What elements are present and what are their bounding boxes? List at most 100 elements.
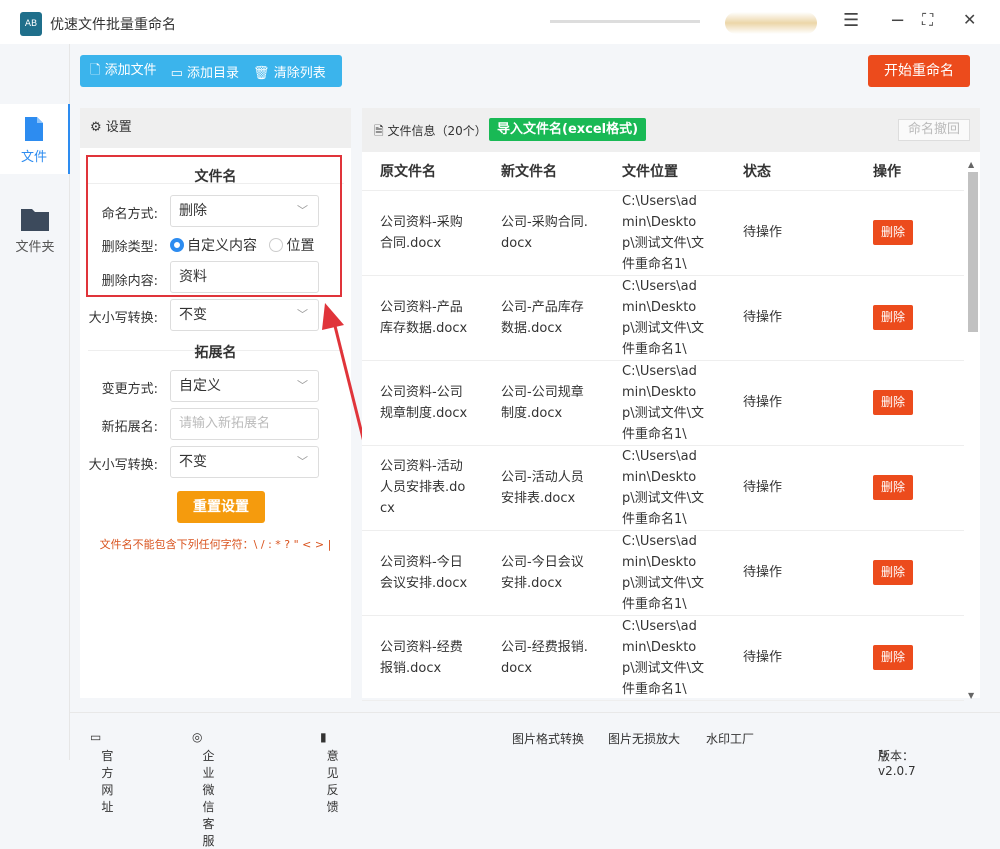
scrollbar[interactable]: ▲ ▼: [967, 160, 978, 700]
table-row[interactable]: 公司资料-产品库存数据.docx 公司-产品库存数据.docx C:\Users…: [362, 275, 964, 361]
settings-title: 设置: [105, 120, 132, 135]
settings-header: ⚙ 设置: [80, 108, 351, 148]
import-excel-button[interactable]: 导入文件名(excel格式): [489, 118, 647, 141]
file-count: 文件信息（20个）: [387, 124, 487, 138]
folder-icon: [21, 209, 49, 231]
maximize-icon[interactable]: ⛶: [922, 10, 933, 30]
original-name: 公司资料-今日会议安排.docx: [380, 554, 468, 591]
status: 待操作: [725, 360, 855, 446]
sidebar-item-label: 文件夹: [15, 240, 55, 255]
file-icon: [25, 117, 43, 141]
table-row[interactable]: 公司资料-今日会议安排.docx 公司-今日会议安排.docx C:\Users…: [362, 530, 964, 616]
file-location: C:\Users\admin\Desktop\测试文件\文件重命名1\: [622, 278, 705, 357]
new-extension-input[interactable]: 请输入新拓展名: [170, 408, 319, 440]
add-file-button[interactable]: 🗋 添加文件: [90, 59, 157, 83]
case-select[interactable]: 不变 ﹀: [170, 299, 319, 331]
new-name: 公司-公司规章制度.docx: [501, 384, 584, 421]
undo-rename-button[interactable]: 命名撤回: [898, 119, 970, 141]
ext-case-select[interactable]: 不变 ﹀: [170, 446, 319, 478]
status: 待操作: [725, 615, 855, 701]
delete-row-button[interactable]: 删除: [873, 475, 914, 500]
new-name: 公司-今日会议安排.docx: [501, 554, 584, 591]
minimize-icon[interactable]: −: [890, 10, 905, 31]
new-name: 公司-采购合同.docx: [501, 214, 588, 251]
file-list-header: 🗎 文件信息（20个） 导入文件名(excel格式) 命名撤回: [362, 108, 980, 152]
footer: ▭ 官方网址 ◎ 企业微信客服 ▮ 意见反馈 图片格式转换 图片无损放大 水印工…: [70, 712, 1000, 848]
status: 待操作: [725, 445, 855, 531]
title-bar: AB 优速文件批量重命名 ☰ − ⛶ ✕: [0, 0, 1000, 44]
delete-row-button[interactable]: 删除: [873, 645, 914, 670]
table-row[interactable]: 公司资料-活动人员安排表.docx 公司-活动人员安排表.docx C:\Use…: [362, 445, 964, 531]
add-directory-label: 添加目录: [187, 65, 240, 81]
column-header: 新文件名: [483, 152, 604, 191]
blurred-account-info: [550, 20, 700, 23]
website-link[interactable]: ▭ 官方网址: [90, 730, 113, 814]
image-convert-link[interactable]: 图片格式转换: [512, 730, 584, 747]
original-name: 公司资料-产品库存数据.docx: [380, 299, 468, 336]
status: 待操作: [725, 530, 855, 616]
original-name: 公司资料-经费报销.docx: [380, 639, 463, 676]
image-enlarge-link[interactable]: 图片无损放大: [608, 730, 680, 747]
delete-row-button[interactable]: 删除: [873, 305, 914, 330]
case-value: 不变: [179, 307, 207, 323]
table-row[interactable]: 公司资料-经费报销.docx 公司-经费报销.docx C:\Users\adm…: [362, 615, 964, 701]
chevron-down-icon: ﹀: [297, 379, 308, 392]
column-header: 文件位置: [604, 152, 725, 191]
new-name: 公司-活动人员安排表.docx: [501, 469, 584, 506]
menu-icon[interactable]: ☰: [843, 10, 859, 31]
file-location: C:\Users\admin\Desktop\测试文件\文件重命名1\: [622, 618, 705, 697]
feedback-label: 意见反馈: [326, 749, 339, 814]
column-header: 原文件名: [362, 152, 483, 191]
scrollbar-thumb[interactable]: [968, 172, 978, 332]
delete-row-button[interactable]: 删除: [873, 560, 914, 585]
chevron-down-icon: ﹀: [297, 308, 308, 321]
clear-list-label: 清除列表: [273, 65, 326, 81]
clear-list-button[interactable]: 🗑 清除列表: [253, 62, 326, 81]
file-location: C:\Users\admin\Desktop\测试文件\文件重命名1\: [622, 533, 705, 612]
ext-case-label: 大小写转换:: [88, 458, 158, 473]
table-row[interactable]: 公司资料-采购合同.docx 公司-采购合同.docx C:\Users\adm…: [362, 190, 964, 276]
watermark-link[interactable]: 水印工厂: [706, 730, 754, 747]
original-name: 公司资料-公司规章制度.docx: [380, 384, 468, 421]
reset-settings-button[interactable]: 重置设置: [177, 491, 265, 523]
add-file-label: 添加文件: [104, 63, 157, 78]
delete-row-button[interactable]: 删除: [873, 220, 914, 245]
file-location: C:\Users\admin\Desktop\测试文件\文件重命名1\: [622, 448, 705, 527]
app-title: 优速文件批量重命名: [50, 17, 176, 33]
wechat-link[interactable]: ◎ 企业微信客服: [192, 730, 215, 848]
original-name: 公司资料-活动人员安排表.docx: [380, 459, 466, 516]
wechat-label: 企业微信客服: [202, 749, 215, 848]
change-mode-label: 变更方式:: [101, 382, 158, 397]
add-directory-button[interactable]: ▭ 添加目录: [171, 62, 239, 81]
feedback-link[interactable]: ▮ 意见反馈: [320, 730, 339, 814]
blurred-vip-badge[interactable]: [725, 12, 817, 34]
column-header: 操作: [855, 152, 964, 191]
filename-warning: 文件名不能包含下列任何字符：\ / : * ? " < > |: [99, 538, 332, 551]
file-info-title: 🗎 文件信息（20个）: [374, 124, 487, 138]
ext-case-value: 不变: [179, 454, 207, 470]
close-icon[interactable]: ✕: [963, 10, 976, 29]
file-table: 原文件名 新文件名 文件位置 状态 操作 公司资料-采购合同.docx 公司-采…: [362, 152, 964, 701]
delete-row-button[interactable]: 删除: [873, 390, 914, 415]
start-rename-button[interactable]: 开始重命名: [868, 55, 970, 87]
sidebar-item-file[interactable]: 文件: [0, 104, 70, 174]
table-row[interactable]: 公司资料-公司规章制度.docx 公司-公司规章制度.docx C:\Users…: [362, 360, 964, 446]
status: 待操作: [725, 190, 855, 276]
case-label: 大小写转换:: [88, 311, 158, 326]
change-mode-value: 自定义: [179, 378, 221, 394]
highlight-box: [86, 155, 342, 297]
new-name: 公司-产品库存数据.docx: [501, 299, 584, 336]
website-label: 官方网址: [101, 749, 114, 814]
new-extension-label: 新拓展名:: [101, 420, 158, 435]
change-mode-select[interactable]: 自定义 ﹀: [170, 370, 319, 402]
sidebar-item-folder[interactable]: 文件夹: [0, 194, 70, 264]
column-header: 状态: [725, 152, 855, 191]
original-name: 公司资料-采购合同.docx: [380, 214, 463, 251]
chevron-down-icon: ﹀: [297, 455, 308, 468]
sidebar: 文件 文件夹: [0, 44, 70, 760]
new-name: 公司-经费报销.docx: [501, 639, 588, 676]
file-location: C:\Users\admin\Desktop\测试文件\文件重命名1\: [622, 363, 705, 442]
gear-icon: ⚙: [90, 120, 102, 135]
status: 待操作: [725, 275, 855, 361]
file-list-panel: 🗎 文件信息（20个） 导入文件名(excel格式) 命名撤回 原文件名 新文件…: [362, 108, 980, 701]
